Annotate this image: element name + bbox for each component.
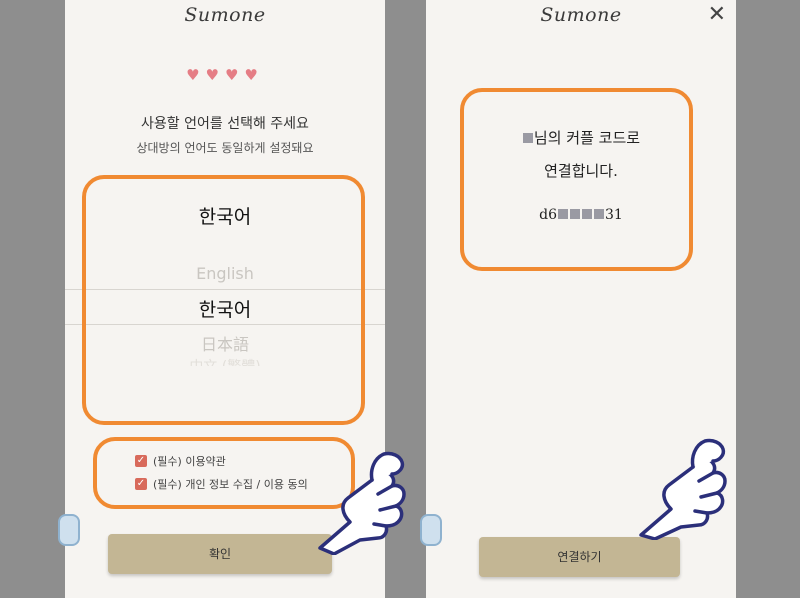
page-title: 사용할 언어를 선택해 주세요: [141, 116, 309, 132]
connect-button[interactable]: 연결하기: [479, 537, 680, 577]
side-panel-icon: [58, 514, 80, 546]
couple-code-highlight: [460, 88, 693, 271]
pointing-hand-icon: [318, 451, 406, 555]
app-logo: Sumone: [540, 4, 622, 26]
confirm-button[interactable]: 확인: [108, 534, 332, 574]
heart-icon: ♥♥♥♥: [186, 66, 264, 84]
close-icon[interactable]: ✕: [708, 2, 726, 27]
page-subtitle: 상대방의 언어도 동일하게 설정돼요: [136, 141, 314, 155]
app-logo: Sumone: [184, 4, 266, 26]
language-picker-highlight: [82, 175, 365, 425]
side-panel-icon: [420, 514, 442, 546]
pointing-hand-icon: [639, 438, 727, 540]
